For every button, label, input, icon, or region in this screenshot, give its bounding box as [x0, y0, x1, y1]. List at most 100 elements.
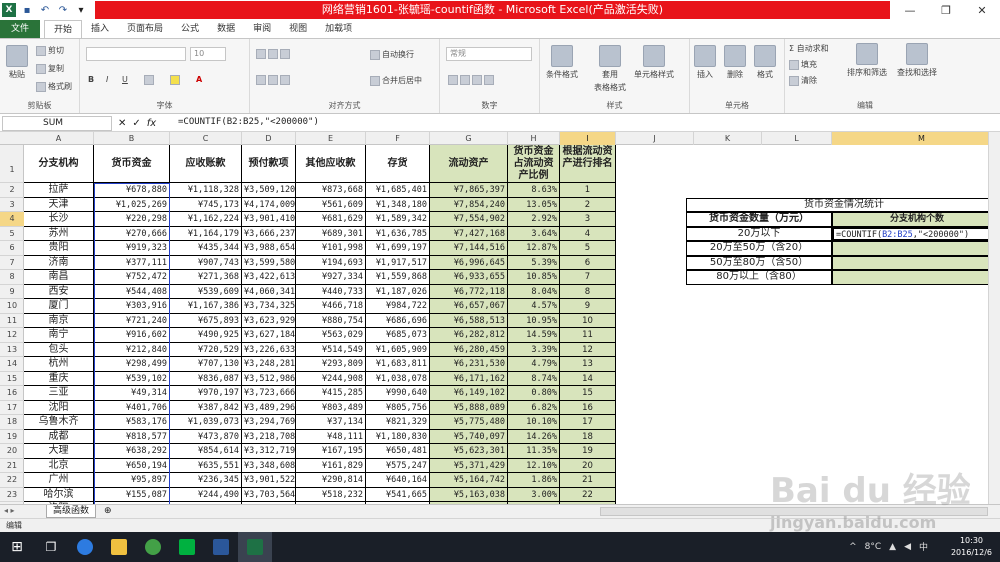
- value-cell[interactable]: ¥4,174,009: [242, 197, 296, 212]
- value-cell[interactable]: 1.86%: [508, 473, 560, 488]
- value-cell[interactable]: ¥7,854,240: [430, 197, 508, 212]
- value-cell[interactable]: 12.87%: [508, 241, 560, 256]
- underline-button[interactable]: U: [122, 75, 128, 84]
- value-cell[interactable]: ¥3,627,184: [242, 328, 296, 343]
- tab-addins[interactable]: 加载项: [316, 20, 361, 38]
- number-format-icons[interactable]: [448, 75, 494, 85]
- value-cell[interactable]: ¥3,599,580: [242, 255, 296, 270]
- autosum-button[interactable]: Σ 自动求和: [789, 43, 829, 54]
- value-cell[interactable]: 8.04%: [508, 284, 560, 299]
- value-cell[interactable]: ¥5,775,480: [430, 415, 508, 430]
- row-header-13[interactable]: 13: [0, 343, 24, 357]
- row-header-10[interactable]: 10: [0, 299, 24, 314]
- value-cell[interactable]: 8: [560, 284, 616, 299]
- value-cell[interactable]: ¥873,668: [296, 183, 366, 198]
- value-cell[interactable]: ¥635,551: [170, 458, 242, 473]
- column-header-G[interactable]: G: [430, 132, 508, 145]
- stats-header-amount[interactable]: 货币资金数量（万元）: [686, 212, 832, 227]
- font-name-combo[interactable]: [86, 47, 186, 61]
- taskbar-app-excel[interactable]: [238, 532, 272, 562]
- value-cell[interactable]: 22: [560, 487, 616, 502]
- value-cell[interactable]: 20: [560, 458, 616, 473]
- value-cell[interactable]: 6: [560, 255, 616, 270]
- value-cell[interactable]: ¥1,039,073: [170, 415, 242, 430]
- value-cell[interactable]: ¥675,893: [170, 313, 242, 328]
- taskbar-app-iqiyi[interactable]: [170, 532, 204, 562]
- value-cell[interactable]: 13.05%: [508, 197, 560, 212]
- value-cell[interactable]: ¥155,087: [94, 487, 170, 502]
- tab-page-layout[interactable]: 页面布局: [118, 20, 172, 38]
- branch-name-cell[interactable]: 西安: [24, 284, 94, 299]
- value-cell[interactable]: ¥836,087: [170, 371, 242, 386]
- value-cell[interactable]: ¥387,842: [170, 400, 242, 415]
- start-button[interactable]: ⊞: [0, 532, 34, 562]
- value-cell[interactable]: ¥1,118,328: [170, 183, 242, 198]
- value-cell[interactable]: ¥1,348,180: [366, 197, 430, 212]
- value-cell[interactable]: ¥3,666,237: [242, 226, 296, 241]
- value-cell[interactable]: ¥678,880: [94, 183, 170, 198]
- branch-name-cell[interactable]: 南昌: [24, 270, 94, 285]
- value-cell[interactable]: 12: [560, 342, 616, 357]
- value-cell[interactable]: 1: [560, 183, 616, 198]
- find-select-button[interactable]: 查找和选择: [897, 43, 937, 78]
- value-cell[interactable]: ¥466,718: [296, 299, 366, 314]
- branch-name-cell[interactable]: 南宁: [24, 328, 94, 343]
- row-header-15[interactable]: 15: [0, 372, 24, 386]
- value-cell[interactable]: ¥101,998: [296, 241, 366, 256]
- branch-name-cell[interactable]: 成都: [24, 429, 94, 444]
- value-cell[interactable]: ¥6,149,102: [430, 386, 508, 401]
- column-header-J[interactable]: J: [616, 132, 694, 145]
- conditional-format-button[interactable]: 条件格式: [546, 45, 578, 80]
- name-box[interactable]: SUM: [2, 116, 112, 131]
- wrap-text-button[interactable]: 自动换行: [370, 49, 414, 60]
- new-sheet-icon[interactable]: ⊕: [104, 506, 112, 516]
- value-cell[interactable]: 7: [560, 270, 616, 285]
- value-cell[interactable]: ¥212,840: [94, 342, 170, 357]
- value-cell[interactable]: ¥1,025,269: [94, 197, 170, 212]
- value-cell[interactable]: ¥6,231,530: [430, 357, 508, 372]
- value-cell[interactable]: ¥3,226,633: [242, 342, 296, 357]
- branch-name-cell[interactable]: 大理: [24, 444, 94, 459]
- insert-function-icon[interactable]: fx: [147, 116, 156, 131]
- value-cell[interactable]: 13: [560, 357, 616, 372]
- sort-filter-button[interactable]: 排序和筛选: [847, 43, 887, 78]
- tab-data[interactable]: 数据: [208, 20, 244, 38]
- value-cell[interactable]: ¥6,588,513: [430, 313, 508, 328]
- value-cell[interactable]: ¥6,171,162: [430, 371, 508, 386]
- value-cell[interactable]: ¥5,740,097: [430, 429, 508, 444]
- stats-count-cell[interactable]: [832, 255, 988, 270]
- value-cell[interactable]: ¥3,723,666: [242, 386, 296, 401]
- value-cell[interactable]: 21: [560, 473, 616, 488]
- value-cell[interactable]: ¥3,703,564: [242, 487, 296, 502]
- row-header-19[interactable]: 19: [0, 430, 24, 444]
- value-cell[interactable]: ¥3,734,325: [242, 299, 296, 314]
- value-cell[interactable]: 10.85%: [508, 270, 560, 285]
- branch-name-cell[interactable]: 重庆: [24, 371, 94, 386]
- value-cell[interactable]: 8.74%: [508, 371, 560, 386]
- column-header-I[interactable]: I: [560, 132, 616, 145]
- row-header-21[interactable]: 21: [0, 459, 24, 473]
- value-cell[interactable]: 10.95%: [508, 313, 560, 328]
- value-cell[interactable]: ¥293,809: [296, 357, 366, 372]
- value-cell[interactable]: 14.59%: [508, 328, 560, 343]
- row-header-5[interactable]: 5: [0, 227, 24, 241]
- value-cell[interactable]: ¥236,345: [170, 473, 242, 488]
- task-view-button[interactable]: ❐: [34, 532, 68, 562]
- value-cell[interactable]: 16: [560, 400, 616, 415]
- branch-name-cell[interactable]: 哈尔滨: [24, 487, 94, 502]
- fill-button[interactable]: 填充: [789, 59, 817, 70]
- value-cell[interactable]: ¥518,232: [296, 487, 366, 502]
- value-cell[interactable]: ¥880,754: [296, 313, 366, 328]
- value-cell[interactable]: ¥1,164,179: [170, 226, 242, 241]
- header-cell[interactable]: 分支机构: [24, 145, 94, 183]
- value-cell[interactable]: ¥244,908: [296, 371, 366, 386]
- value-cell[interactable]: ¥3,901,522: [242, 473, 296, 488]
- value-cell[interactable]: 10: [560, 313, 616, 328]
- value-cell[interactable]: ¥7,427,168: [430, 226, 508, 241]
- value-cell[interactable]: ¥686,696: [366, 313, 430, 328]
- stats-row-label[interactable]: 50万至80万（含50）: [686, 255, 832, 270]
- minimize-icon[interactable]: —: [892, 0, 928, 20]
- value-cell[interactable]: ¥3,489,296: [242, 400, 296, 415]
- value-cell[interactable]: ¥440,733: [296, 284, 366, 299]
- value-cell[interactable]: ¥745,173: [170, 197, 242, 212]
